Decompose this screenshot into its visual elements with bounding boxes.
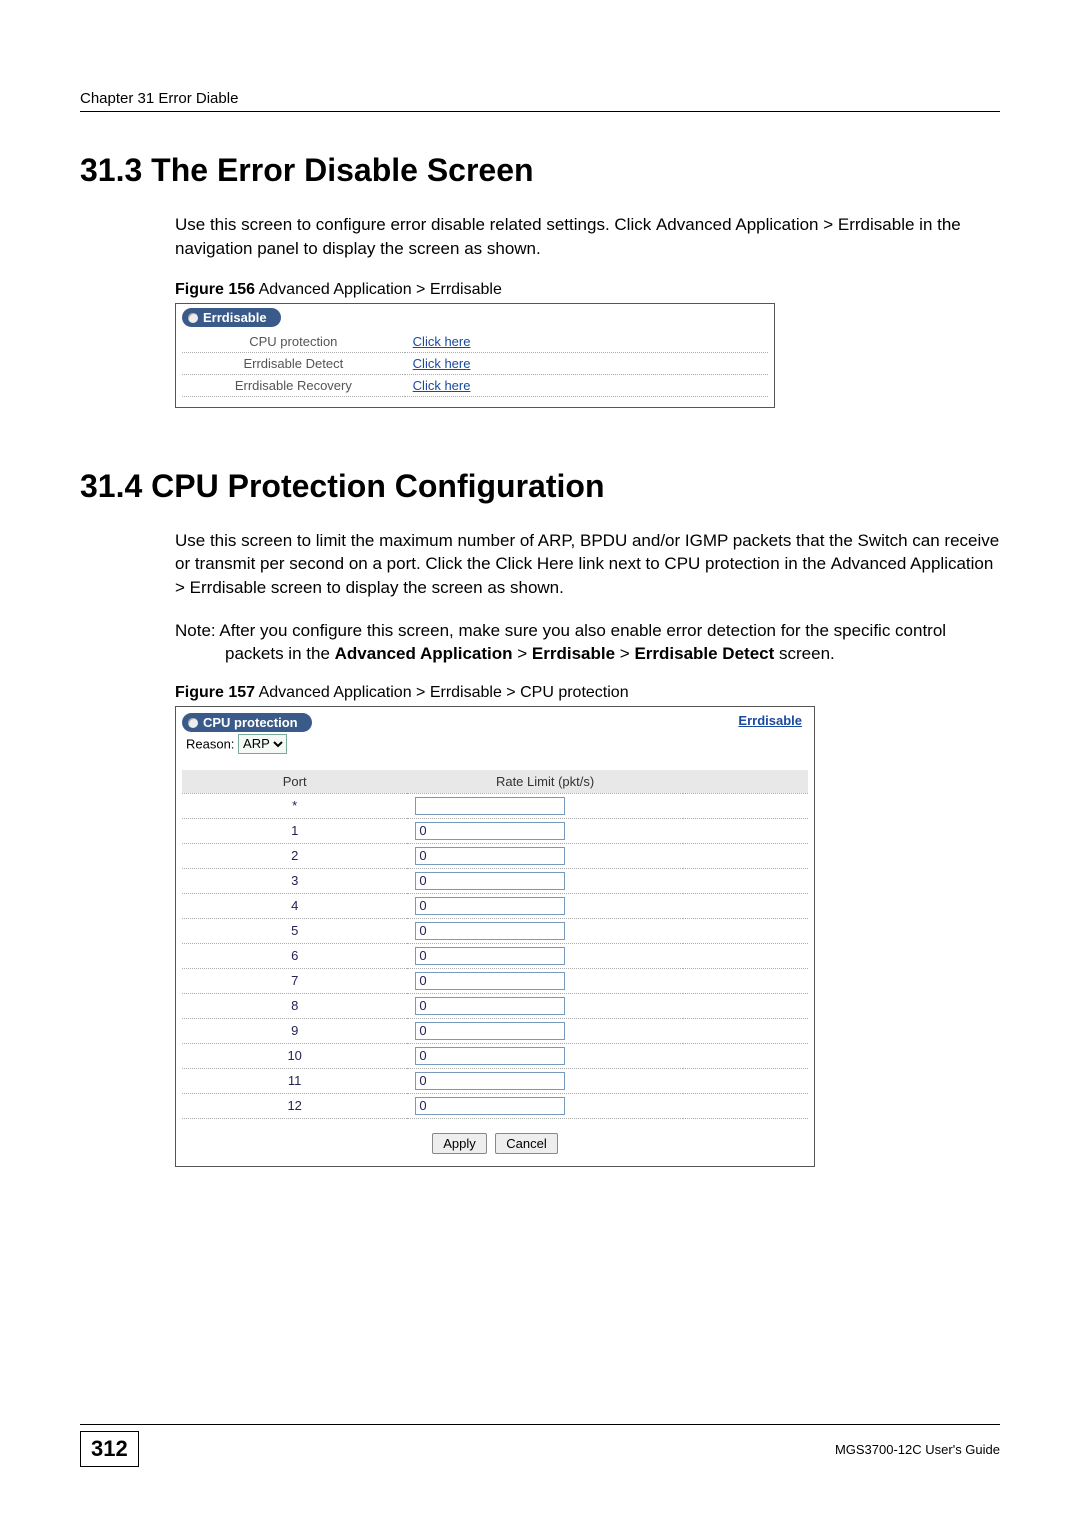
port-cell: 8 bbox=[182, 993, 407, 1018]
row-detect-label: Errdisable Detect bbox=[182, 352, 405, 374]
apply-button[interactable]: Apply bbox=[432, 1133, 487, 1154]
nav-adv-app: Advanced Application bbox=[656, 215, 819, 234]
row-recovery-link[interactable]: Click here bbox=[405, 374, 768, 396]
section-314-para: Use this screen to limit the maximum num… bbox=[175, 529, 1000, 600]
table-row: 9 bbox=[182, 1018, 808, 1043]
s314-post: screen to display the screen as shown. bbox=[266, 578, 564, 597]
port-cell: 3 bbox=[182, 868, 407, 893]
figure-156-caption: Figure 156 Advanced Application > Errdis… bbox=[175, 281, 1000, 299]
chapter-header: Chapter 31 Error Diable bbox=[80, 90, 1000, 112]
table-row: CPU protection Click here bbox=[182, 331, 768, 353]
port-cell: 11 bbox=[182, 1068, 407, 1093]
tab-dot-icon bbox=[188, 718, 198, 728]
note-post: screen. bbox=[774, 644, 834, 663]
s314-mid2: in the bbox=[780, 554, 831, 573]
note-b2: Errdisable bbox=[532, 644, 615, 663]
s314-nav2: Errdisable bbox=[190, 578, 267, 597]
page-footer: 312 MGS3700-12C User's Guide bbox=[80, 1424, 1000, 1467]
rate-input-4[interactable] bbox=[415, 897, 565, 915]
rate-input-11[interactable] bbox=[415, 1072, 565, 1090]
nav-errdisable: Errdisable bbox=[838, 215, 915, 234]
rate-input-star[interactable] bbox=[415, 797, 565, 815]
figure-157-num: Figure 157 bbox=[175, 684, 255, 701]
rate-input-7[interactable] bbox=[415, 972, 565, 990]
port-cell: 10 bbox=[182, 1043, 407, 1068]
reason-select[interactable]: ARP bbox=[238, 734, 287, 754]
tab-cpu-protection[interactable]: CPU protection bbox=[182, 713, 312, 732]
section-313-para: Use this screen to configure error disab… bbox=[175, 213, 1000, 261]
figure-156-box: Errdisable CPU protection Click here Err… bbox=[175, 303, 775, 408]
figure-157-caption: Figure 157 Advanced Application > Errdis… bbox=[175, 684, 1000, 702]
note-gt2: > bbox=[615, 644, 634, 663]
guide-title: MGS3700-12C User's Guide bbox=[835, 1442, 1000, 1457]
tab-errdisable[interactable]: Errdisable bbox=[182, 308, 281, 327]
port-cell: * bbox=[182, 793, 407, 818]
s314-mid1: link next to CPU bbox=[574, 554, 705, 573]
table-row: 12 bbox=[182, 1093, 808, 1118]
rate-input-3[interactable] bbox=[415, 872, 565, 890]
port-cell: 1 bbox=[182, 818, 407, 843]
col-port: Port bbox=[182, 770, 407, 794]
port-cell: 4 bbox=[182, 893, 407, 918]
s314-nav1: Advanced Application bbox=[831, 554, 994, 573]
rate-limit-table: Port Rate Limit (pkt/s) * 1 2 3 4 5 6 7 … bbox=[182, 770, 808, 1119]
table-row: 2 bbox=[182, 843, 808, 868]
errdisable-link-table: CPU protection Click here Errdisable Det… bbox=[182, 331, 768, 397]
cancel-button[interactable]: Cancel bbox=[495, 1133, 557, 1154]
port-cell: 6 bbox=[182, 943, 407, 968]
table-row: 8 bbox=[182, 993, 808, 1018]
port-cell: 12 bbox=[182, 1093, 407, 1118]
s314-protection: protection bbox=[705, 554, 780, 573]
rate-input-10[interactable] bbox=[415, 1047, 565, 1065]
row-recovery-label: Errdisable Recovery bbox=[182, 374, 405, 396]
rate-input-12[interactable] bbox=[415, 1097, 565, 1115]
section-314-note: Note: After you configure this screen, m… bbox=[175, 620, 1000, 666]
row-cpu-link[interactable]: Click here bbox=[405, 331, 768, 353]
s314-sep: > bbox=[175, 578, 190, 597]
figure-156-num: Figure 156 bbox=[175, 281, 255, 298]
section-313-title: 31.3 The Error Disable Screen bbox=[80, 152, 1000, 189]
tab-errdisable-label: Errdisable bbox=[203, 310, 267, 325]
port-cell: 5 bbox=[182, 918, 407, 943]
note-b1: Advanced Application bbox=[335, 644, 513, 663]
rate-input-5[interactable] bbox=[415, 922, 565, 940]
table-row: 7 bbox=[182, 968, 808, 993]
table-row: 11 bbox=[182, 1068, 808, 1093]
section-313-pre: Use this screen to configure error disab… bbox=[175, 215, 656, 234]
table-row: 4 bbox=[182, 893, 808, 918]
note-b3: Errdisable Detect bbox=[634, 644, 774, 663]
note-gt1: > bbox=[513, 644, 532, 663]
nav-sep: > bbox=[819, 215, 838, 234]
rate-input-1[interactable] bbox=[415, 822, 565, 840]
table-row: 6 bbox=[182, 943, 808, 968]
table-row: 1 bbox=[182, 818, 808, 843]
errdisable-link[interactable]: Errdisable bbox=[738, 713, 802, 728]
port-cell: 2 bbox=[182, 843, 407, 868]
row-cpu-label: CPU protection bbox=[182, 331, 405, 353]
table-row: Errdisable Detect Click here bbox=[182, 352, 768, 374]
table-row: * bbox=[182, 793, 808, 818]
row-detect-link[interactable]: Click here bbox=[405, 352, 768, 374]
rate-input-2[interactable] bbox=[415, 847, 565, 865]
col-empty bbox=[683, 770, 808, 794]
rate-input-9[interactable] bbox=[415, 1022, 565, 1040]
port-cell: 9 bbox=[182, 1018, 407, 1043]
section-314-title: 31.4 CPU Protection Configuration bbox=[80, 468, 1000, 505]
rate-input-6[interactable] bbox=[415, 947, 565, 965]
table-row: 5 bbox=[182, 918, 808, 943]
tab-cpu-label: CPU protection bbox=[203, 715, 298, 730]
table-row: Errdisable Recovery Click here bbox=[182, 374, 768, 396]
s314-click-here: Click Here bbox=[495, 554, 573, 573]
reason-label: Reason: bbox=[186, 736, 234, 751]
figure-157-rest: Advanced Application > Errdisable > CPU … bbox=[255, 684, 629, 701]
port-cell: 7 bbox=[182, 968, 407, 993]
figure-157-box: CPU protection Reason: ARP Errdisable Po… bbox=[175, 706, 815, 1167]
tab-dot-icon bbox=[188, 313, 198, 323]
rate-input-8[interactable] bbox=[415, 997, 565, 1015]
table-row: 10 bbox=[182, 1043, 808, 1068]
col-rate: Rate Limit (pkt/s) bbox=[407, 770, 682, 794]
figure-156-rest: Advanced Application > Errdisable bbox=[255, 281, 502, 298]
table-row: 3 bbox=[182, 868, 808, 893]
page-number: 312 bbox=[80, 1431, 139, 1467]
